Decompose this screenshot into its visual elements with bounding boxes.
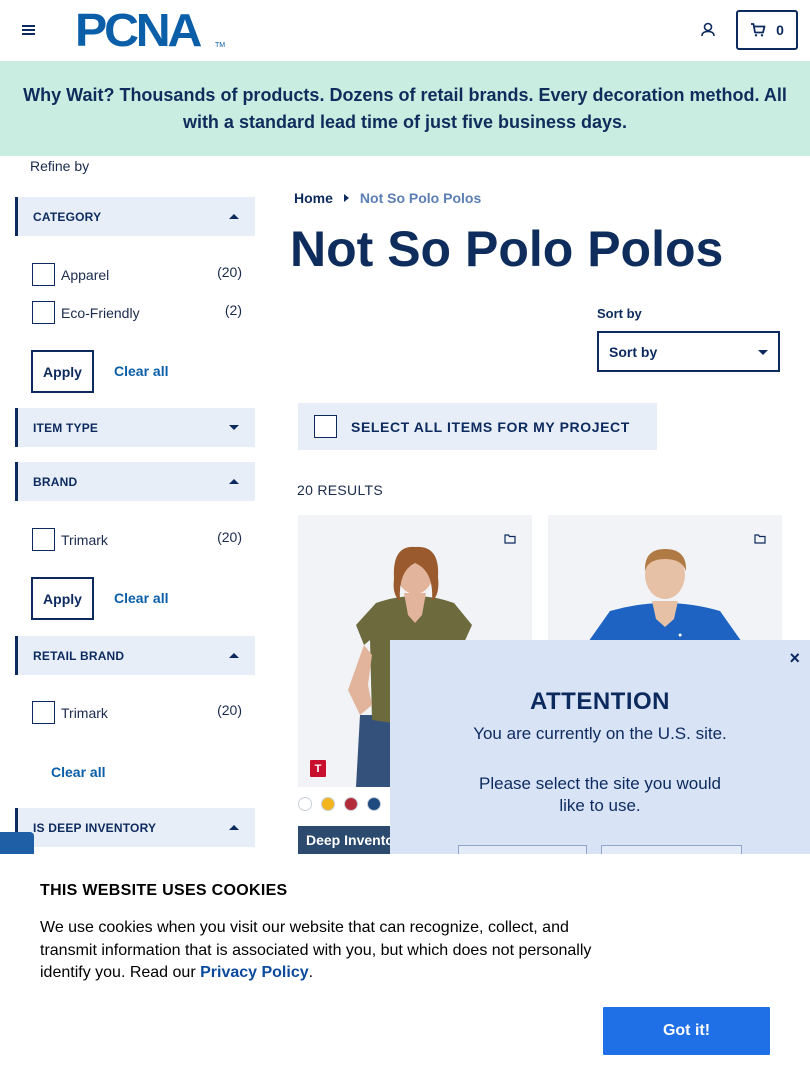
breadcrumb: Home Not So Polo Polos <box>294 190 481 206</box>
results-count: 20 RESULTS <box>297 482 383 498</box>
chevron-down-icon <box>758 350 768 355</box>
color-swatch[interactable] <box>367 797 381 811</box>
option-count: (20) <box>217 264 242 280</box>
sort-label: Sort by <box>597 306 642 321</box>
facet-item-type-toggle[interactable]: ITEM TYPE <box>15 408 255 447</box>
facet-label: IS DEEP INVENTORY <box>33 820 157 835</box>
sort-select[interactable]: Sort by <box>597 331 780 372</box>
facet-category-toggle[interactable]: CATEGORY <box>15 197 255 236</box>
svg-text:●: ● <box>678 632 682 639</box>
cart-icon <box>751 23 766 37</box>
retail-brand-clear-all-link[interactable]: Clear all <box>51 764 105 780</box>
facet-option-trimark: Trimark (20) <box>32 528 242 552</box>
chevron-down-icon <box>229 425 239 430</box>
breadcrumb-separator-icon <box>343 194 349 202</box>
close-icon[interactable]: × <box>789 648 800 669</box>
facet-retail-brand-toggle[interactable]: RETAIL BRAND <box>15 636 255 675</box>
breadcrumb-current: Not So Polo Polos <box>359 190 482 206</box>
category-apply-button[interactable]: Apply <box>31 350 94 393</box>
chevron-up-icon <box>229 825 239 830</box>
modal-prompt: Please select the site you would like to… <box>479 774 721 815</box>
category-clear-all-link[interactable]: Clear all <box>114 363 168 379</box>
cookie-title: THIS WEBSITE USES COOKIES <box>40 882 288 899</box>
accept-cookies-button[interactable]: Got it! <box>603 1007 770 1055</box>
trimark-brand-checkbox[interactable] <box>32 528 55 551</box>
logo-trademark: TM <box>215 42 226 49</box>
chevron-up-icon <box>229 479 239 484</box>
facet-option-eco-friendly: Eco-Friendly (2) <box>32 301 242 325</box>
sort-selected-value: Sort by <box>609 343 658 360</box>
facet-label: BRAND <box>33 474 78 489</box>
cookie-text: We use cookies when you visit our websit… <box>40 919 592 981</box>
brand-clear-all-link[interactable]: Clear all <box>114 590 168 606</box>
color-swatches <box>298 797 381 811</box>
site-selection-modal: × ATTENTION You are currently on the U.S… <box>390 640 810 885</box>
facet-label: RETAIL BRAND <box>33 648 125 663</box>
option-label: Trimark <box>61 705 108 721</box>
select-all-items-button[interactable]: SELECT ALL ITEMS FOR MY PROJECT <box>298 403 657 450</box>
option-count: (20) <box>217 702 242 718</box>
add-to-project-icon[interactable] <box>504 531 516 549</box>
option-count: (2) <box>224 302 242 318</box>
cookie-message: We use cookies when you visit our websit… <box>40 917 610 985</box>
account-icon[interactable] <box>698 20 718 40</box>
brand-apply-button[interactable]: Apply <box>31 577 94 620</box>
select-all-label: SELECT ALL ITEMS FOR MY PROJECT <box>351 418 630 435</box>
cookie-period: . <box>308 964 314 981</box>
modal-title: ATTENTION <box>529 688 671 715</box>
option-count: (20) <box>217 529 242 545</box>
option-label: Eco-Friendly <box>61 305 140 321</box>
trimark-retail-checkbox[interactable] <box>32 701 55 724</box>
add-to-project-icon[interactable] <box>754 531 766 549</box>
cart-button[interactable]: 0 <box>736 10 798 50</box>
chevron-up-icon <box>229 214 239 219</box>
select-all-checkbox[interactable] <box>314 415 337 438</box>
pcna-logo[interactable]: PCNA TM <box>75 4 226 56</box>
option-label: Apparel <box>61 267 110 283</box>
refine-by-label: Refine by <box>30 158 90 174</box>
promo-banner: Why Wait? Thousands of products. Dozens … <box>0 61 810 156</box>
color-swatch[interactable] <box>344 797 358 811</box>
cookie-banner: THIS WEBSITE USES COOKIES We use cookies… <box>0 854 810 1080</box>
logo-wordmark: PCNA <box>75 4 202 56</box>
color-swatch[interactable] <box>298 797 312 811</box>
facet-option-apparel: Apparel (20) <box>32 263 242 287</box>
chevron-up-icon <box>229 653 239 658</box>
facet-deep-inventory-toggle[interactable]: IS DEEP INVENTORY <box>15 808 255 847</box>
site-header: PCNA TM 0 <box>0 0 810 61</box>
modal-message: You are currently on the U.S. site. <box>473 724 727 743</box>
privacy-policy-link[interactable]: Privacy Policy <box>200 964 309 981</box>
apparel-checkbox[interactable] <box>32 263 55 286</box>
facet-brand-toggle[interactable]: BRAND <box>15 462 255 501</box>
breadcrumb-home-link[interactable]: Home <box>294 190 333 206</box>
trimark-brand-badge-icon: T <box>310 760 326 777</box>
page: PCNA TM 0 Why Wait? Thousands of product… <box>0 0 810 1080</box>
hamburger-menu-icon[interactable] <box>18 20 40 40</box>
facet-label: ITEM TYPE <box>33 420 99 435</box>
promo-banner-text: Why Wait? Thousands of products. Dozens … <box>23 84 787 132</box>
color-swatch[interactable] <box>321 797 335 811</box>
option-label: Trimark <box>61 532 108 548</box>
facet-label: CATEGORY <box>33 209 102 224</box>
page-title: Not So Polo Polos <box>290 221 724 277</box>
eco-friendly-checkbox[interactable] <box>32 301 55 324</box>
facet-option-trimark-retail: Trimark (20) <box>32 701 242 725</box>
cart-count: 0 <box>776 22 784 38</box>
